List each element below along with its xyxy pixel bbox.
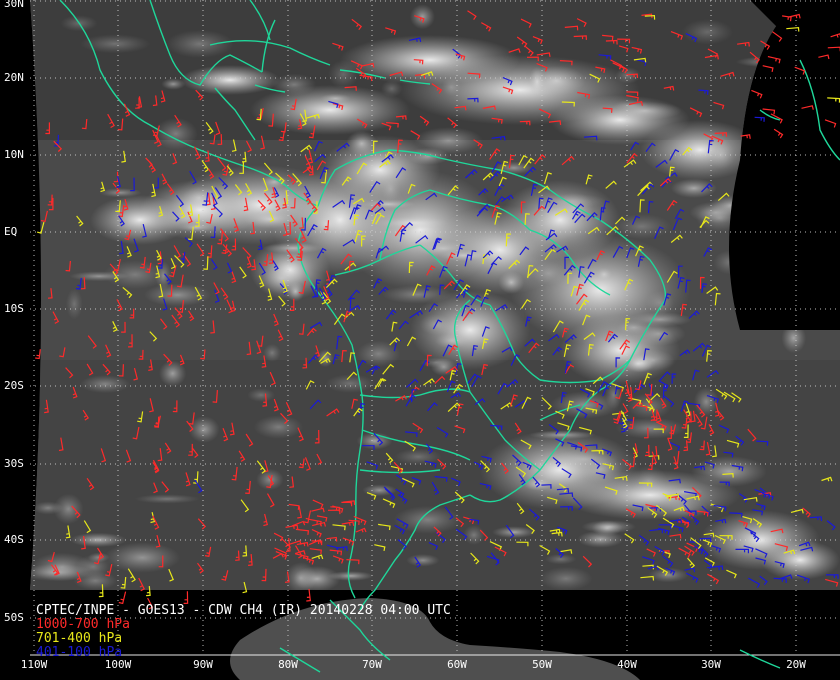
lon-label-70w: 70W (362, 658, 382, 671)
lat-label-eq: EQ (4, 225, 18, 238)
legend-low-level: 1000-700 hPa (36, 617, 130, 632)
image-caption: CPTEC/INPE - GOES13 - CDW CH4 (IR) 20140… (36, 603, 451, 618)
satellite-wind-map: 30N 20N 10N EQ 10S 20S 30S 40S 50S 110W … (0, 0, 840, 680)
lon-label-90w: 90W (193, 658, 213, 671)
lat-label-20s: 20S (4, 379, 24, 392)
lat-label-30s: 30S (4, 457, 24, 470)
lat-label-40s: 40S (4, 533, 24, 546)
lon-label-50w: 50W (532, 658, 552, 671)
lon-label-80w: 80W (278, 658, 298, 671)
earth-disk (30, 0, 840, 590)
lat-label-50s: 50S (4, 611, 24, 624)
lon-label-40w: 40W (617, 658, 637, 671)
map-canvas (30, 0, 840, 680)
lat-label-30n: 30N (4, 0, 24, 10)
legend-high-level: 401-100 hPa (36, 645, 123, 660)
lon-label-110w: 110W (20, 658, 48, 671)
lat-label-20n: 20N (4, 71, 24, 84)
lat-label-10n: 10N (4, 148, 24, 161)
wind-barb (751, 89, 763, 99)
lon-label-30w: 30W (701, 658, 721, 671)
wind-barb (772, 31, 783, 42)
wind-barb (118, 591, 127, 605)
legend-mid-level: 701-400 hPa (36, 631, 123, 646)
lon-label-100w: 100W (104, 658, 132, 671)
wind-barb (183, 591, 189, 604)
lon-label-60w: 60W (447, 658, 467, 671)
wind-barb (306, 588, 311, 602)
lon-label-20w: 20W (786, 658, 806, 671)
wind-barb (35, 349, 41, 360)
lat-label-10s: 10S (4, 302, 24, 315)
wind-barb (762, 65, 774, 73)
